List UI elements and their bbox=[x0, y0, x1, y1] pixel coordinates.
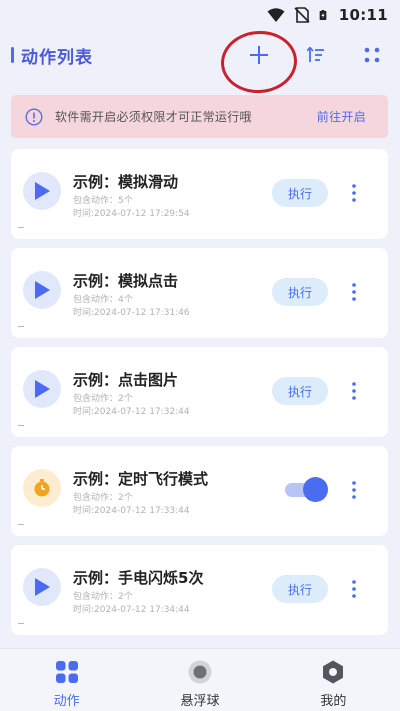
card-action-count: 包含动作：5个 bbox=[73, 193, 133, 206]
app-header: 动作列表 bbox=[0, 30, 400, 80]
more-options-button[interactable] bbox=[344, 475, 364, 505]
nav-label-actions: 动作 bbox=[53, 694, 80, 709]
card-action-count: 包含动作：2个 bbox=[73, 490, 133, 503]
action-card[interactable]: 示例：模拟点击 包含动作：4个 时间:2024-07-12 17:31:46 执… bbox=[11, 248, 388, 338]
count-label: 包含动作： bbox=[73, 394, 119, 404]
card-corner-mark bbox=[18, 227, 24, 230]
card-time: 时间:2024-07-12 17:29:54 bbox=[73, 206, 190, 219]
action-card[interactable]: 示例：模拟滑动 包含动作：5个 时间:2024-07-12 17:29:54 执… bbox=[11, 149, 388, 239]
permission-banner: 软件需开启必须权限才可正常运行哦 前往开启 bbox=[11, 95, 388, 138]
count-label: 包含动作： bbox=[73, 493, 119, 503]
battery-charging-icon bbox=[319, 10, 327, 20]
card-title: 示例：模拟点击 bbox=[73, 272, 179, 290]
card-action-count: 包含动作：2个 bbox=[73, 391, 133, 404]
more-vertical-icon bbox=[352, 481, 356, 499]
sort-icon bbox=[307, 47, 324, 62]
nav-item-actions[interactable]: 动作 bbox=[0, 649, 133, 711]
nav-label-float-ball: 悬浮球 bbox=[180, 694, 220, 709]
count-value: 2个 bbox=[118, 394, 133, 404]
time-value: 2024-07-12 17:32:44 bbox=[94, 407, 190, 417]
grid-menu-button[interactable] bbox=[354, 38, 390, 72]
card-title: 示例：定时飞行模式 bbox=[73, 470, 209, 488]
time-value: 2024-07-12 17:29:54 bbox=[94, 209, 190, 219]
count-label: 包含动作： bbox=[73, 196, 119, 206]
play-icon[interactable] bbox=[23, 370, 61, 408]
count-value: 2个 bbox=[118, 592, 133, 602]
count-value: 5个 bbox=[118, 196, 133, 206]
float-ball-icon bbox=[188, 660, 212, 684]
count-value: 4个 bbox=[118, 295, 133, 305]
time-label: 时间: bbox=[73, 605, 95, 615]
count-label: 包含动作： bbox=[73, 295, 119, 305]
more-vertical-icon bbox=[352, 184, 356, 202]
card-title: 示例：模拟滑动 bbox=[73, 173, 179, 191]
no-sim-icon bbox=[294, 7, 310, 23]
nav-item-float-ball[interactable]: 悬浮球 bbox=[133, 649, 266, 711]
card-action-count: 包含动作：2个 bbox=[73, 589, 133, 602]
plus-icon bbox=[250, 46, 268, 64]
schedule-toggle[interactable] bbox=[285, 477, 328, 503]
status-time: 10:11 bbox=[338, 6, 388, 24]
go-enable-link[interactable]: 前往开启 bbox=[317, 108, 366, 125]
more-vertical-icon bbox=[352, 382, 356, 400]
play-icon[interactable] bbox=[23, 172, 61, 210]
time-label: 时间: bbox=[73, 407, 95, 417]
hexagon-icon bbox=[323, 660, 344, 684]
action-card[interactable]: 示例：手电闪烁5次 包含动作：2个 时间:2024-07-12 17:34:44… bbox=[11, 545, 388, 635]
more-vertical-icon bbox=[352, 283, 356, 301]
status-bar: 10:11 bbox=[0, 0, 400, 30]
execute-button[interactable]: 执行 bbox=[272, 179, 328, 207]
grid-icon bbox=[55, 661, 78, 683]
time-label: 时间: bbox=[73, 209, 95, 219]
more-options-button[interactable] bbox=[344, 178, 364, 208]
card-corner-mark bbox=[18, 524, 24, 527]
count-value: 2个 bbox=[118, 493, 133, 503]
play-icon[interactable] bbox=[23, 568, 61, 606]
card-time: 时间:2024-07-12 17:34:44 bbox=[73, 602, 190, 615]
more-options-button[interactable] bbox=[344, 277, 364, 307]
time-label: 时间: bbox=[73, 308, 95, 318]
execute-button[interactable]: 执行 bbox=[272, 377, 328, 405]
time-value: 2024-07-12 17:31:46 bbox=[94, 308, 190, 318]
page-title: 动作列表 bbox=[21, 47, 93, 68]
action-card[interactable]: 示例：点击图片 包含动作：2个 时间:2024-07-12 17:32:44 执… bbox=[11, 347, 388, 437]
toggle-knob bbox=[303, 477, 328, 502]
card-time: 时间:2024-07-12 17:31:46 bbox=[73, 305, 190, 318]
card-corner-mark bbox=[18, 425, 24, 428]
card-corner-mark bbox=[18, 326, 24, 329]
card-title: 示例：点击图片 bbox=[73, 371, 179, 389]
nav-item-mine[interactable]: 我的 bbox=[267, 649, 400, 711]
time-value: 2024-07-12 17:34:44 bbox=[94, 605, 190, 615]
wifi-icon bbox=[267, 8, 285, 22]
time-value: 2024-07-12 17:33:44 bbox=[94, 506, 190, 516]
nav-label-mine: 我的 bbox=[320, 694, 347, 709]
bottom-nav: 动作 悬浮球 我的 bbox=[0, 648, 400, 711]
more-options-button[interactable] bbox=[344, 376, 364, 406]
play-icon[interactable] bbox=[23, 271, 61, 309]
more-options-button[interactable] bbox=[344, 574, 364, 604]
card-action-count: 包含动作：4个 bbox=[73, 292, 133, 305]
title-wrap: 动作列表 bbox=[11, 43, 93, 68]
dots-grid-icon bbox=[364, 47, 380, 63]
add-action-button[interactable] bbox=[241, 38, 277, 72]
card-time: 时间:2024-07-12 17:33:44 bbox=[73, 503, 190, 516]
card-title: 示例：手电闪烁5次 bbox=[73, 569, 204, 587]
card-corner-mark bbox=[18, 623, 24, 626]
info-icon bbox=[25, 107, 43, 126]
action-card[interactable]: 示例：定时飞行模式 包含动作：2个 时间:2024-07-12 17:33:44 bbox=[11, 446, 388, 536]
time-label: 时间: bbox=[73, 506, 95, 516]
sort-button[interactable] bbox=[298, 38, 334, 72]
banner-text: 软件需开启必须权限才可正常运行哦 bbox=[55, 110, 252, 124]
execute-button[interactable]: 执行 bbox=[272, 278, 328, 306]
title-accent-bar bbox=[11, 47, 14, 63]
execute-button[interactable]: 执行 bbox=[272, 575, 328, 603]
count-label: 包含动作： bbox=[73, 592, 119, 602]
card-time: 时间:2024-07-12 17:32:44 bbox=[73, 404, 190, 417]
more-vertical-icon bbox=[352, 580, 356, 598]
timer-icon[interactable] bbox=[23, 469, 61, 507]
